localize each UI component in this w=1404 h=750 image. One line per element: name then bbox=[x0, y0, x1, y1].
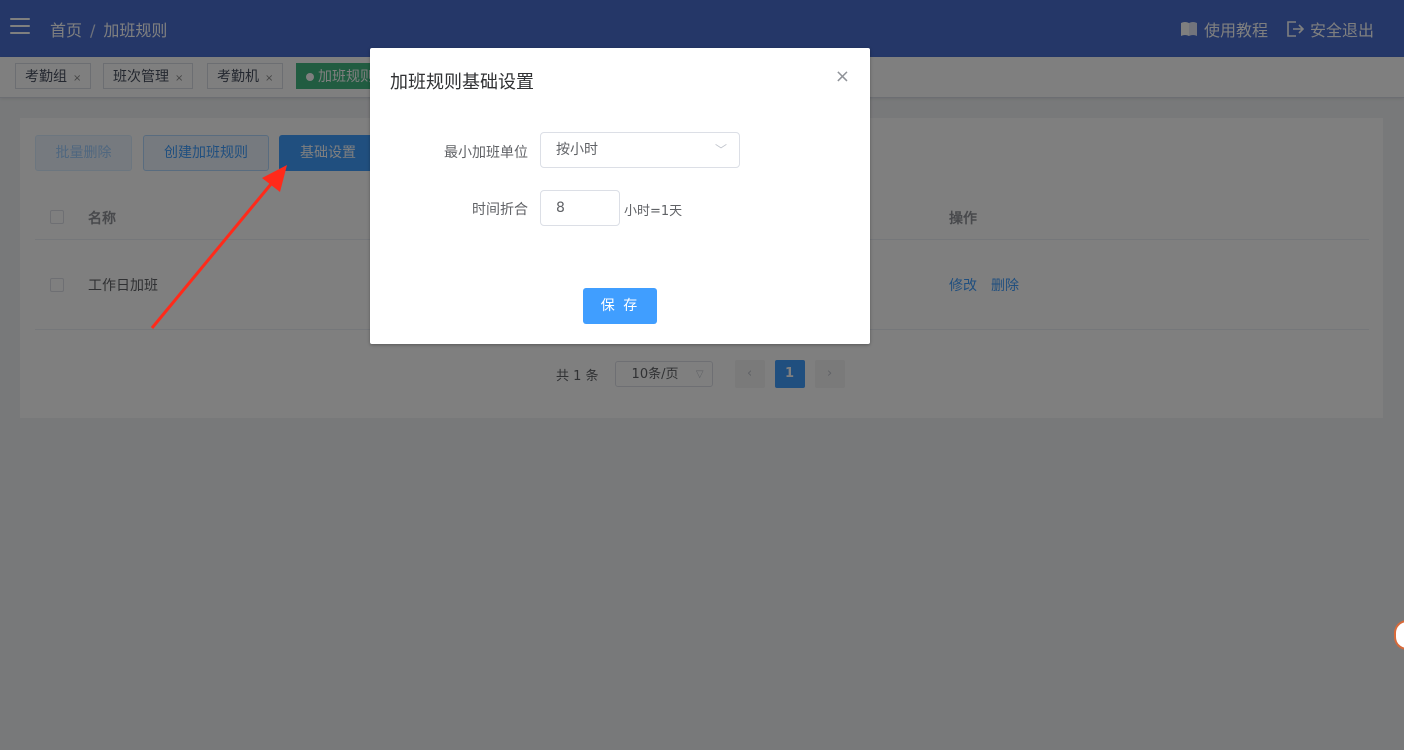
save-button[interactable]: 保 存 bbox=[583, 288, 657, 324]
min-unit-value: 按小时 bbox=[556, 142, 598, 158]
convert-label: 时间折合 bbox=[472, 202, 528, 218]
convert-unit-text: 小时=1天 bbox=[624, 204, 683, 219]
hours-per-day-input[interactable]: 8 bbox=[540, 190, 620, 226]
min-unit-select[interactable]: 按小时 ﹀ bbox=[540, 132, 740, 168]
dialog-title: 加班规则基础设置 bbox=[390, 72, 534, 93]
min-unit-label: 最小加班单位 bbox=[444, 145, 528, 161]
chevron-down-icon: ﹀ bbox=[714, 143, 727, 157]
overtime-settings-dialog: 加班规则基础设置 × 最小加班单位 按小时 ﹀ 时间折合 8 小时=1天 保 存 bbox=[370, 48, 870, 344]
close-icon[interactable]: × bbox=[835, 66, 850, 87]
